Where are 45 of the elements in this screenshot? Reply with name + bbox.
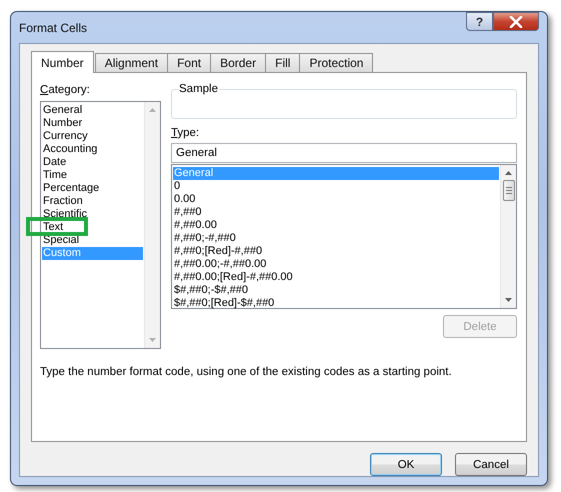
scroll-thumb[interactable] (502, 180, 514, 201)
tab[interactable]: Alignment (94, 53, 168, 72)
format-item[interactable]: $#,##0;[Red]-$#,##0 (173, 297, 499, 310)
format-item[interactable]: 0.00 (173, 193, 499, 206)
format-item[interactable]: #,##0;[Red]-#,##0 (173, 245, 499, 258)
category-item[interactable]: Currency (42, 130, 143, 143)
category-item[interactable]: Date (42, 156, 143, 169)
category-item[interactable]: Accounting (42, 143, 143, 156)
scroll-up-icon (149, 108, 156, 112)
format-item[interactable]: $#,##0;-$#,##0 (173, 284, 499, 297)
sample-label: Sample (178, 83, 219, 95)
ok-button[interactable]: OK (370, 453, 442, 476)
help-button[interactable]: ? (466, 12, 493, 31)
type-field[interactable]: General (171, 143, 517, 163)
tab[interactable]: Number (31, 51, 94, 73)
category-item[interactable]: Scientific (42, 208, 143, 221)
category-item[interactable]: General (42, 104, 143, 117)
scroll-up-icon (505, 171, 512, 175)
format-item[interactable]: #,##0.00;-#,##0.00 (173, 258, 499, 271)
scroll-down-icon (505, 298, 512, 302)
tab[interactable]: Fill (265, 53, 300, 72)
description-text: Type the number format code, using one of the existing codes as a starting point. (40, 366, 453, 378)
format-item[interactable]: #,##0;-#,##0 (173, 232, 499, 245)
window-title: Format Cells (19, 20, 88, 34)
category-label: Category: (40, 83, 91, 97)
scrollbar[interactable] (144, 102, 160, 348)
close-icon (509, 16, 523, 28)
format-item[interactable]: #,##0.00 (173, 219, 499, 232)
tab[interactable]: Protection (299, 53, 374, 72)
format-item[interactable]: #,##0 (173, 206, 499, 219)
cancel-button[interactable]: Cancel (455, 453, 527, 476)
type-label: Type: (171, 126, 200, 140)
category-item[interactable]: Number (42, 117, 143, 130)
category-item[interactable]: Special (42, 234, 143, 247)
category-item[interactable]: Fraction (42, 195, 143, 208)
format-item[interactable]: 0 (173, 180, 499, 193)
category-item[interactable]: Time (42, 169, 143, 182)
category-item[interactable]: Text (42, 221, 143, 234)
close-button[interactable] (493, 12, 539, 31)
scroll-down-icon (149, 338, 156, 342)
category-item[interactable]: Percentage (42, 182, 143, 195)
tab[interactable]: Font (167, 53, 212, 72)
tab[interactable]: Border (210, 53, 266, 72)
format-item[interactable]: #,##0.00;[Red]-#,##0.00 (173, 271, 499, 284)
scrollbar[interactable] (500, 165, 516, 308)
